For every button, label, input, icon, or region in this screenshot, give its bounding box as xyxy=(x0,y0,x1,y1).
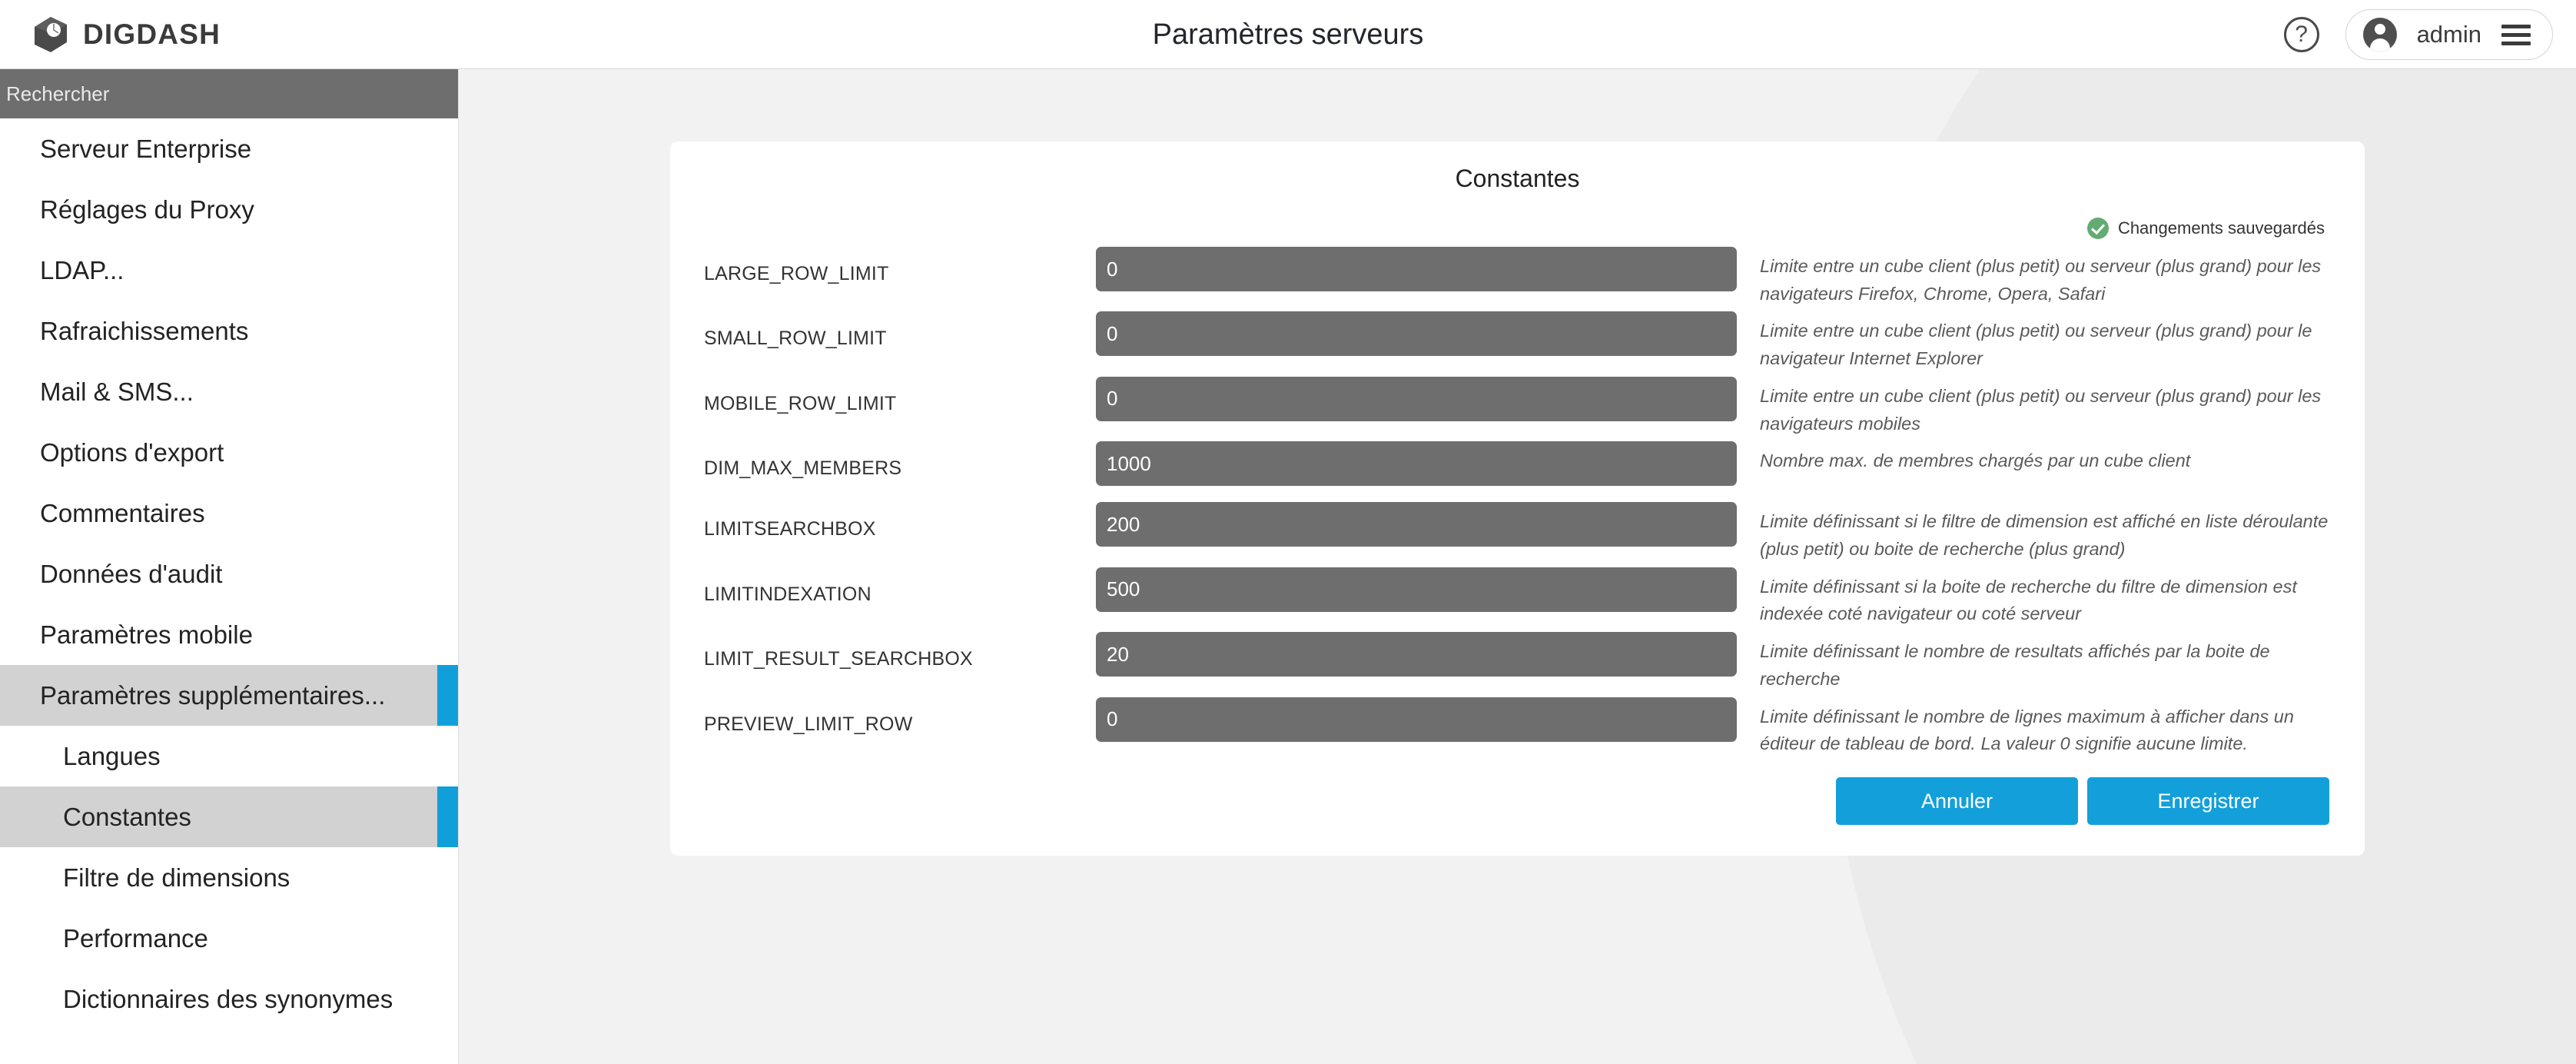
brand-name: DIGDASH xyxy=(83,18,221,50)
setting-label: LIMITINDEXATION xyxy=(704,583,871,605)
sidebar-item-list: Serveur Enterprise Réglages du Proxy LDAP.… xyxy=(0,118,458,1029)
setting-input-wrapper xyxy=(1096,499,1737,547)
top-header-bar: DIGDASH Paramètres serveurs ? admin xyxy=(0,0,2576,69)
setting-input-wrapper xyxy=(1096,629,1737,677)
setting-input[interactable] xyxy=(1096,311,1737,357)
setting-input-wrapper xyxy=(1096,308,1737,357)
setting-description: Limite entre un cube client (plus petit)… xyxy=(1760,321,2312,369)
setting-description: Limite définissant si le filtre de dimen… xyxy=(1760,511,2329,560)
sidebar-item-label: LDAP... xyxy=(40,255,124,284)
sidebar-item-label: Dictionnaires des synonymes xyxy=(63,984,393,1013)
sidebar-item-constantes[interactable]: Constantes xyxy=(0,786,458,847)
sidebar-item-label: Serveur Enterprise xyxy=(40,134,252,163)
sidebar-item-label: Performance xyxy=(63,923,208,953)
brand-logo[interactable]: DIGDASH xyxy=(31,0,221,69)
sidebar-item-r-glages-du-proxy[interactable]: Réglages du Proxy xyxy=(0,179,458,240)
setting-description: Limite définissant le nombre de resultat… xyxy=(1760,641,2270,689)
setting-input[interactable] xyxy=(1096,247,1737,291)
setting-input-wrapper xyxy=(1096,438,1737,487)
main-content-area: Constantes Changements sauvegardés LARGE… xyxy=(459,69,2576,1064)
sidebar-item-mail-sms[interactable]: Mail & SMS... xyxy=(0,361,458,422)
setting-description: Limite définissant si la boite de recher… xyxy=(1760,576,2297,624)
page-title: Paramètres serveurs xyxy=(1152,18,1424,51)
sidebar-item-label: Paramètres mobile xyxy=(40,620,253,649)
setting-label: SMALL_ROW_LIMIT xyxy=(704,328,887,350)
hamburger-menu-icon[interactable] xyxy=(2501,24,2531,45)
sidebar-item-langues[interactable]: Langues xyxy=(0,726,458,786)
setting-description: Limite entre un cube client (plus petit)… xyxy=(1760,256,2322,304)
sidebar-item-options-d-export[interactable]: Options d'export xyxy=(0,422,458,483)
status-badge-label: Changements sauvegardés xyxy=(2117,218,2325,238)
constantes-settings-card: Constantes Changements sauvegardés LARGE… xyxy=(670,141,2365,856)
sidebar-item-serveur-enterprise[interactable]: Serveur Enterprise xyxy=(0,118,458,179)
sidebar-item-commentaires[interactable]: Commentaires xyxy=(0,483,458,544)
sidebar-item-label: Paramètres supplémentaires... xyxy=(40,680,386,710)
user-avatar-icon xyxy=(2362,18,2397,52)
setting-input-wrapper xyxy=(1096,244,1737,291)
setting-description: Nombre max. de membres chargés par un cu… xyxy=(1760,451,2191,471)
sidebar-search-row[interactable] xyxy=(0,69,458,118)
sidebar-item-label: Langues xyxy=(63,741,161,770)
setting-row: DIM_MAX_MEMBERS Nombre max. de membres ch… xyxy=(704,438,2331,498)
setting-row: SMALL_ROW_LIMIT Limite entre un cube clie… xyxy=(704,308,2331,372)
setting-input[interactable] xyxy=(1096,632,1737,677)
setting-row: LIMIT_RESULT_SEARCHBOX Limite définissant… xyxy=(704,629,2331,693)
setting-label: DIM_MAX_MEMBERS xyxy=(704,457,902,480)
help-circle-icon[interactable]: ? xyxy=(2283,17,2319,52)
settings-form: LARGE_ROW_LIMIT Limite entre un cube clie… xyxy=(704,244,2331,758)
sidebar-item-label: Options d'export xyxy=(40,437,224,467)
setting-description: Limite définissant le nombre de lignes m… xyxy=(1760,706,2294,754)
sidebar-item-label: Commentaires xyxy=(40,498,205,527)
card-title: Constantes xyxy=(1455,165,1580,192)
sidebar-navigation: Serveur Enterprise Réglages du Proxy LDAP.… xyxy=(0,69,459,1064)
save-button[interactable]: Enregistrer xyxy=(2087,777,2329,826)
setting-input[interactable] xyxy=(1096,441,1737,487)
check-circle-icon xyxy=(2086,218,2109,239)
setting-label: LIMIT_RESULT_SEARCHBOX xyxy=(704,648,973,670)
sidebar-item-dictionnaires-des-synonymes[interactable]: Dictionnaires des synonymes xyxy=(0,969,458,1029)
user-name-label: admin xyxy=(2416,21,2481,48)
status-badge: Changements sauvegardés xyxy=(704,213,2331,244)
sidebar-item-performance[interactable]: Performance xyxy=(0,908,458,969)
sidebar-item-label: Filtre de dimensions xyxy=(63,863,290,892)
sidebar-item-filtre-de-dimensions[interactable]: Filtre de dimensions xyxy=(0,847,458,908)
setting-input[interactable] xyxy=(1096,502,1737,547)
setting-input-wrapper xyxy=(1096,564,1737,612)
setting-label: PREVIEW_LIMIT_ROW xyxy=(704,713,913,735)
setting-description: Limite entre un cube client (plus petit)… xyxy=(1760,385,2322,434)
sidebar-item-donn-es-d-audit[interactable]: Données d'audit xyxy=(0,544,458,604)
digdash-cube-icon xyxy=(35,17,67,52)
setting-label: LIMITSEARCHBOX xyxy=(704,518,876,540)
sidebar-item-param-tres-suppl-mentaires[interactable]: Paramètres supplémentaires... xyxy=(0,665,458,726)
setting-input[interactable] xyxy=(1096,376,1737,421)
setting-row: LIMITINDEXATION Limite définissant si la … xyxy=(704,564,2331,628)
form-actions: Annuler Enregistrer xyxy=(704,759,2331,826)
sidebar-item-label: Réglages du Proxy xyxy=(40,195,254,224)
setting-row: LARGE_ROW_LIMIT Limite entre un cube clie… xyxy=(704,244,2331,308)
setting-row: MOBILE_ROW_LIMIT Limite entre un cube cli… xyxy=(704,374,2331,437)
setting-input-wrapper xyxy=(1096,694,1737,742)
sidebar-item-label: Rafraichissements xyxy=(40,316,249,345)
sidebar-item-label: Mail & SMS... xyxy=(40,377,194,406)
setting-input[interactable] xyxy=(1096,567,1737,612)
setting-input-wrapper xyxy=(1096,374,1737,421)
setting-row: LIMITSEARCHBOX Limite définissant si le f… xyxy=(704,499,2331,563)
sidebar-item-param-tres-mobile[interactable]: Paramètres mobile xyxy=(0,604,458,665)
cancel-button[interactable]: Annuler xyxy=(1836,777,2078,826)
setting-label: LARGE_ROW_LIMIT xyxy=(704,263,889,284)
setting-input[interactable] xyxy=(1096,697,1737,742)
sidebar-item-label: Données d'audit xyxy=(40,559,223,588)
sidebar-item-rafraichissements[interactable]: Rafraichissements xyxy=(0,301,458,361)
setting-label: MOBILE_ROW_LIMIT xyxy=(704,392,897,414)
search-input[interactable] xyxy=(6,81,436,106)
sidebar-item-label: Constantes xyxy=(63,802,191,831)
sidebar-item-ldap[interactable]: LDAP... xyxy=(0,240,458,301)
header-actions: ? admin xyxy=(2283,0,2553,69)
setting-row: PREVIEW_LIMIT_ROW Limite définissant le n… xyxy=(704,694,2331,758)
user-menu-button[interactable]: admin xyxy=(2345,9,2553,60)
